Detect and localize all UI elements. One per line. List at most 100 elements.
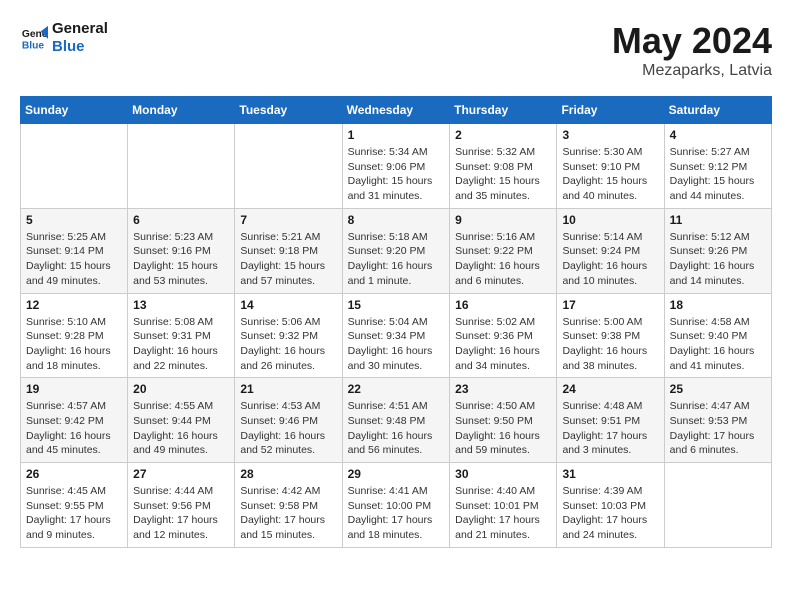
location: Mezaparks, Latvia [612, 62, 772, 80]
day-info: Sunrise: 5:34 AMSunset: 9:06 PMDaylight:… [348, 145, 445, 204]
calendar-cell: 7 Sunrise: 5:21 AMSunset: 9:18 PMDaylight… [235, 208, 342, 293]
calendar-cell: 4 Sunrise: 5:27 AMSunset: 9:12 PMDaylight… [664, 124, 771, 209]
day-info: Sunrise: 5:04 AMSunset: 9:34 PMDaylight:… [348, 315, 445, 374]
calendar-cell: 26Sunrise: 4:45 AMSunset: 9:55 PMDayligh… [21, 463, 128, 548]
calendar-table: SundayMondayTuesdayWednesdayThursdayFrid… [20, 96, 772, 548]
day-info: Sunrise: 4:47 AMSunset: 9:53 PMDaylight:… [670, 399, 766, 458]
day-number: 29 [348, 467, 445, 481]
week-row-1: 1 Sunrise: 5:34 AMSunset: 9:06 PMDaylight… [21, 124, 772, 209]
calendar-cell: 22 Sunrise: 4:51 AMSunset: 9:48 PMDayligh… [342, 378, 450, 463]
calendar-cell: 13 Sunrise: 5:08 AMSunset: 9:31 PMDayligh… [128, 293, 235, 378]
day-number: 28 [240, 467, 336, 481]
title-area: May 2024 Mezaparks, Latvia [612, 20, 772, 80]
calendar-cell: 18 Sunrise: 4:58 AMSunset: 9:40 PMDayligh… [664, 293, 771, 378]
day-number: 1 [348, 128, 445, 142]
calendar-cell [128, 124, 235, 209]
calendar-cell: 6Sunrise: 5:23 AMSunset: 9:16 PMDaylight… [128, 208, 235, 293]
calendar-cell: 11 Sunrise: 5:12 AMSunset: 9:26 PMDayligh… [664, 208, 771, 293]
logo: General Blue General Blue [20, 20, 108, 56]
day-info: Sunrise: 4:51 AMSunset: 9:48 PMDaylight:… [348, 399, 445, 458]
day-number: 20 [133, 382, 229, 396]
calendar-header-row: SundayMondayTuesdayWednesdayThursdayFrid… [21, 97, 772, 124]
calendar-cell: 14 Sunrise: 5:06 AMSunset: 9:32 PMDayligh… [235, 293, 342, 378]
day-info: Sunrise: 5:30 AMSunset: 9:10 PMDaylight:… [562, 145, 658, 204]
day-number: 24 [562, 382, 658, 396]
col-header-wednesday: Wednesday [342, 97, 450, 124]
logo-general: General [52, 20, 108, 38]
week-row-5: 26Sunrise: 4:45 AMSunset: 9:55 PMDayligh… [21, 463, 772, 548]
day-info: Sunrise: 4:48 AMSunset: 9:51 PMDaylight:… [562, 399, 658, 458]
day-info: Sunrise: 4:55 AMSunset: 9:44 PMDaylight:… [133, 399, 229, 458]
day-number: 4 [670, 128, 766, 142]
day-number: 23 [455, 382, 551, 396]
day-info: Sunrise: 5:27 AMSunset: 9:12 PMDaylight:… [670, 145, 766, 204]
col-header-friday: Friday [557, 97, 664, 124]
calendar-cell: 31 Sunrise: 4:39 AMSunset: 10:03 PMDaylig… [557, 463, 664, 548]
day-info: Sunrise: 5:10 AMSunset: 9:28 PMDaylight:… [26, 315, 122, 374]
calendar-cell: 29 Sunrise: 4:41 AMSunset: 10:00 PMDaylig… [342, 463, 450, 548]
col-header-sunday: Sunday [21, 97, 128, 124]
week-row-3: 12Sunrise: 5:10 AMSunset: 9:28 PMDayligh… [21, 293, 772, 378]
calendar-cell: 10 Sunrise: 5:14 AMSunset: 9:24 PMDayligh… [557, 208, 664, 293]
calendar-cell: 24 Sunrise: 4:48 AMSunset: 9:51 PMDayligh… [557, 378, 664, 463]
col-header-saturday: Saturday [664, 97, 771, 124]
month-title: May 2024 [612, 20, 772, 62]
day-info: Sunrise: 4:57 AMSunset: 9:42 PMDaylight:… [26, 399, 122, 458]
day-info: Sunrise: 5:08 AMSunset: 9:31 PMDaylight:… [133, 315, 229, 374]
day-info: Sunrise: 4:45 AMSunset: 9:55 PMDaylight:… [26, 484, 122, 543]
calendar-cell [664, 463, 771, 548]
day-info: Sunrise: 5:21 AMSunset: 9:18 PMDaylight:… [240, 230, 336, 289]
calendar-cell: 16Sunrise: 5:02 AMSunset: 9:36 PMDayligh… [450, 293, 557, 378]
week-row-4: 19Sunrise: 4:57 AMSunset: 9:42 PMDayligh… [21, 378, 772, 463]
calendar-cell: 17Sunrise: 5:00 AMSunset: 9:38 PMDayligh… [557, 293, 664, 378]
day-number: 18 [670, 298, 766, 312]
day-info: Sunrise: 4:42 AMSunset: 9:58 PMDaylight:… [240, 484, 336, 543]
calendar-cell: 28 Sunrise: 4:42 AMSunset: 9:58 PMDayligh… [235, 463, 342, 548]
day-info: Sunrise: 4:44 AMSunset: 9:56 PMDaylight:… [133, 484, 229, 543]
week-row-2: 5Sunrise: 5:25 AMSunset: 9:14 PMDaylight… [21, 208, 772, 293]
calendar-cell: 23 Sunrise: 4:50 AMSunset: 9:50 PMDayligh… [450, 378, 557, 463]
day-number: 17 [562, 298, 658, 312]
day-info: Sunrise: 5:02 AMSunset: 9:36 PMDaylight:… [455, 315, 551, 374]
day-number: 9 [455, 213, 551, 227]
day-number: 11 [670, 213, 766, 227]
calendar-cell: 30Sunrise: 4:40 AMSunset: 10:01 PMDaylig… [450, 463, 557, 548]
calendar-cell: 8Sunrise: 5:18 AMSunset: 9:20 PMDaylight… [342, 208, 450, 293]
page-header: General Blue General Blue May 2024 Mezap… [20, 20, 772, 80]
day-info: Sunrise: 4:39 AMSunset: 10:03 PMDaylight… [562, 484, 658, 543]
calendar-cell: 3 Sunrise: 5:30 AMSunset: 9:10 PMDaylight… [557, 124, 664, 209]
col-header-monday: Monday [128, 97, 235, 124]
day-info: Sunrise: 5:16 AMSunset: 9:22 PMDaylight:… [455, 230, 551, 289]
day-info: Sunrise: 5:32 AMSunset: 9:08 PMDaylight:… [455, 145, 551, 204]
calendar-cell: 19Sunrise: 4:57 AMSunset: 9:42 PMDayligh… [21, 378, 128, 463]
day-number: 8 [348, 213, 445, 227]
calendar-cell: 5Sunrise: 5:25 AMSunset: 9:14 PMDaylight… [21, 208, 128, 293]
calendar-cell: 25 Sunrise: 4:47 AMSunset: 9:53 PMDayligh… [664, 378, 771, 463]
day-number: 22 [348, 382, 445, 396]
calendar-cell: 2Sunrise: 5:32 AMSunset: 9:08 PMDaylight… [450, 124, 557, 209]
day-number: 14 [240, 298, 336, 312]
day-info: Sunrise: 4:58 AMSunset: 9:40 PMDaylight:… [670, 315, 766, 374]
day-info: Sunrise: 5:12 AMSunset: 9:26 PMDaylight:… [670, 230, 766, 289]
day-info: Sunrise: 5:14 AMSunset: 9:24 PMDaylight:… [562, 230, 658, 289]
day-number: 13 [133, 298, 229, 312]
day-number: 10 [562, 213, 658, 227]
day-info: Sunrise: 4:41 AMSunset: 10:00 PMDaylight… [348, 484, 445, 543]
day-number: 21 [240, 382, 336, 396]
day-info: Sunrise: 4:53 AMSunset: 9:46 PMDaylight:… [240, 399, 336, 458]
logo-blue: Blue [52, 38, 108, 56]
svg-text:Blue: Blue [22, 40, 45, 51]
day-info: Sunrise: 4:50 AMSunset: 9:50 PMDaylight:… [455, 399, 551, 458]
calendar-cell [235, 124, 342, 209]
day-number: 3 [562, 128, 658, 142]
calendar-cell: 9 Sunrise: 5:16 AMSunset: 9:22 PMDaylight… [450, 208, 557, 293]
day-number: 31 [562, 467, 658, 481]
day-number: 7 [240, 213, 336, 227]
day-number: 25 [670, 382, 766, 396]
calendar-cell: 21 Sunrise: 4:53 AMSunset: 9:46 PMDayligh… [235, 378, 342, 463]
day-number: 6 [133, 213, 229, 227]
day-info: Sunrise: 5:06 AMSunset: 9:32 PMDaylight:… [240, 315, 336, 374]
calendar-cell: 12Sunrise: 5:10 AMSunset: 9:28 PMDayligh… [21, 293, 128, 378]
logo-icon: General Blue [20, 24, 48, 52]
col-header-tuesday: Tuesday [235, 97, 342, 124]
